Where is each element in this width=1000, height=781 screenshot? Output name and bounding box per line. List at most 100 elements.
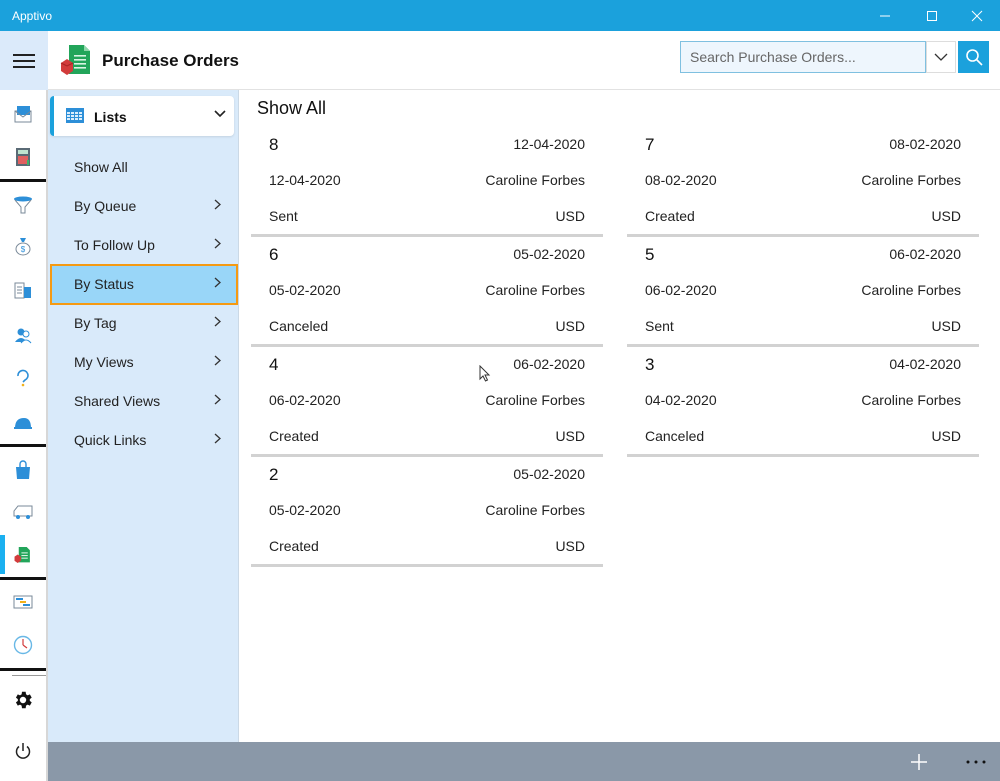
nav-item-label: Quick Links: [74, 432, 147, 448]
nav-item-my-views[interactable]: My Views: [51, 343, 237, 382]
rail-separator: [0, 444, 46, 447]
order-owner: Caroline Forbes: [485, 172, 585, 188]
order-date-top: 06-02-2020: [889, 246, 961, 262]
maximize-icon: [927, 10, 937, 21]
rail-item-support[interactable]: [0, 358, 46, 397]
building-icon: [14, 282, 31, 298]
hamburger-menu-button[interactable]: [0, 31, 48, 90]
nav-item-to-follow-up[interactable]: To Follow Up: [51, 226, 237, 265]
order-status: Created: [269, 428, 319, 444]
order-currency: USD: [931, 208, 961, 224]
app-header: Purchase Orders: [0, 31, 1000, 90]
nav-item-label: By Status: [74, 276, 134, 292]
nav-item-label: By Tag: [74, 315, 117, 331]
rail-item-customers[interactable]: [0, 270, 46, 309]
rail-item-projects[interactable]: [0, 582, 46, 621]
purchase-order-card[interactable]: 8 12-04-2020 12-04-2020 Caroline Forbes …: [251, 127, 603, 237]
mouse-cursor-icon: [479, 365, 491, 382]
rail-item-calculator[interactable]: [0, 137, 46, 176]
minimize-icon: [880, 15, 890, 16]
order-status: Sent: [269, 208, 298, 224]
order-date-top: 05-02-2020: [513, 246, 585, 262]
search-input[interactable]: [680, 41, 926, 73]
chevron-right-icon: [214, 355, 221, 366]
purchase-order-card[interactable]: 3 04-02-2020 04-02-2020 Caroline Forbes …: [627, 347, 979, 457]
email-marketing-icon: [14, 105, 32, 122]
rail-item-shipping[interactable]: [0, 492, 46, 531]
order-number: 8: [269, 135, 279, 154]
nav-item-show-all[interactable]: Show All: [51, 148, 237, 187]
search-button[interactable]: [958, 41, 989, 73]
order-status: Created: [269, 538, 319, 554]
nav-item-label: To Follow Up: [74, 237, 155, 253]
lists-panel: Lists Show All By Queue To Follow Up By …: [48, 90, 239, 742]
rail-item-contacts[interactable]: [0, 315, 46, 354]
power-button[interactable]: [0, 731, 46, 770]
app-name: Apptivo: [12, 9, 53, 23]
rail-separator: [0, 577, 46, 580]
order-currency: USD: [555, 318, 585, 334]
rail-item-field-service[interactable]: [0, 403, 46, 442]
order-number: 5: [645, 245, 655, 264]
nav-item-by-status[interactable]: By Status: [50, 264, 238, 305]
nav-item-label: By Queue: [74, 198, 137, 214]
order-currency: USD: [555, 208, 585, 224]
order-owner: Caroline Forbes: [485, 282, 585, 298]
order-number: 3: [645, 355, 655, 374]
purchase-order-card[interactable]: 6 05-02-2020 05-02-2020 Caroline Forbes …: [251, 237, 603, 347]
lists-dropdown[interactable]: Lists: [50, 96, 234, 136]
purchase-order-card[interactable]: 2 05-02-2020 05-02-2020 Caroline Forbes …: [251, 457, 603, 567]
settings-button[interactable]: [0, 680, 46, 719]
minimize-button[interactable]: [862, 0, 908, 31]
chevron-right-icon: [214, 394, 221, 405]
rail-item-funnel[interactable]: [0, 185, 46, 224]
nav-item-by-tag[interactable]: By Tag: [51, 304, 237, 343]
plus-icon[interactable]: [908, 751, 930, 773]
svg-text:$: $: [21, 245, 26, 254]
funnel-icon: [14, 196, 32, 213]
nav-item-shared-views[interactable]: Shared Views: [51, 382, 237, 421]
order-date: 08-02-2020: [645, 172, 717, 188]
order-status: Canceled: [645, 428, 705, 444]
purchase-order-card[interactable]: 7 08-02-2020 08-02-2020 Caroline Forbes …: [627, 127, 979, 237]
close-icon: [971, 10, 983, 21]
more-icon[interactable]: [965, 758, 987, 766]
purchase-order-card[interactable]: 4 06-02-2020 06-02-2020 Caroline Forbes …: [251, 347, 603, 457]
title-bar: Apptivo: [0, 0, 1000, 31]
clock-icon: [13, 635, 33, 654]
nav-item-by-queue[interactable]: By Queue: [51, 187, 237, 226]
order-date-top: 04-02-2020: [889, 356, 961, 372]
order-date: 05-02-2020: [269, 502, 341, 518]
delivery-truck-icon: [13, 505, 33, 519]
order-date-top: 05-02-2020: [513, 466, 585, 482]
rail-item-opportunities[interactable]: $: [0, 226, 46, 265]
shopping-bag-icon: [16, 459, 30, 479]
nav-item-quick-links[interactable]: Quick Links: [51, 421, 237, 460]
order-number: 7: [645, 135, 655, 154]
rail-item-purchase-orders[interactable]: [0, 535, 46, 574]
rail-separator: [0, 179, 46, 182]
order-currency: USD: [555, 428, 585, 444]
close-button[interactable]: [954, 0, 1000, 31]
content-title: Show All: [257, 98, 327, 118]
order-date: 05-02-2020: [269, 282, 341, 298]
search-filter-dropdown[interactable]: [926, 41, 956, 73]
order-owner: Caroline Forbes: [485, 502, 585, 518]
gantt-chart-icon: [13, 595, 33, 608]
rail-item-timesheets[interactable]: [0, 625, 46, 664]
chevron-down-icon: [214, 110, 226, 118]
rail-separator: [0, 668, 46, 671]
chevron-right-icon: [214, 277, 221, 288]
maximize-button[interactable]: [909, 0, 955, 31]
settings-gear-icon: [15, 691, 32, 708]
rail-item-email-marketing[interactable]: [0, 94, 46, 133]
purchase-order-card[interactable]: 5 06-02-2020 06-02-2020 Caroline Forbes …: [627, 237, 979, 347]
search-icon: [965, 49, 983, 66]
calculator-icon: [16, 147, 30, 166]
order-owner: Caroline Forbes: [861, 392, 961, 408]
order-currency: USD: [931, 318, 961, 334]
rail-item-orders[interactable]: [0, 450, 46, 489]
order-currency: USD: [555, 538, 585, 554]
module-title: Purchase Orders: [102, 51, 240, 70]
power-icon: [15, 742, 31, 759]
